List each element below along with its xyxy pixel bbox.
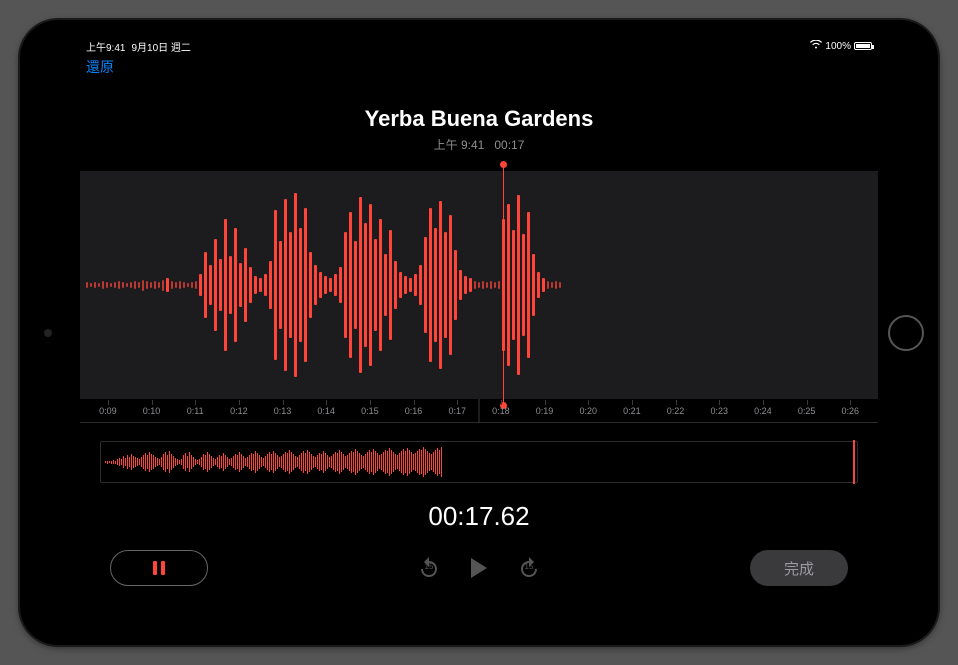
recording-time: 上午 9:41: [434, 138, 485, 152]
ruler-tick: 0:24: [741, 406, 785, 416]
main-content: Yerba Buena Gardens 上午 9:41 00:17 0:090:…: [80, 80, 878, 627]
ruler-tick: 0:09: [86, 406, 130, 416]
ruler-tick: 0:18: [479, 406, 523, 416]
ruler-tick: 0:22: [654, 406, 698, 416]
ruler-tick: 0:17: [435, 406, 479, 416]
time-ruler[interactable]: 0:090:100:110:120:130:140:150:160:170:18…: [80, 399, 878, 423]
ruler-tick: 0:19: [523, 406, 567, 416]
waveform-overview[interactable]: [100, 441, 858, 483]
nav-bar: 還原: [80, 54, 878, 80]
overview-cursor[interactable]: [853, 440, 855, 484]
screen: 上午9:41 9月10日 週二 100% 還原 Yerba Buena Gard…: [80, 38, 878, 627]
status-date: 9月10日 週二: [131, 39, 190, 54]
recording-subtitle: 上午 9:41 00:17: [434, 136, 525, 153]
device-camera: [44, 329, 52, 337]
status-time: 上午9:41: [86, 39, 125, 54]
elapsed-timer: 00:17.62: [428, 501, 529, 532]
ruler-tick: 0:23: [697, 406, 741, 416]
recording-title[interactable]: Yerba Buena Gardens: [365, 106, 594, 132]
skip-back-label: 15: [417, 562, 441, 571]
waveform-main: [80, 171, 878, 399]
ruler-tick: 0:25: [785, 406, 829, 416]
done-button[interactable]: 完成: [750, 550, 848, 586]
battery-icon: [854, 42, 872, 50]
skip-back-button[interactable]: 15: [417, 556, 441, 580]
ruler-tick: 0:15: [348, 406, 392, 416]
ruler-tick: 0:13: [261, 406, 305, 416]
wifi-icon: [810, 40, 822, 52]
waveform-panel[interactable]: [80, 171, 878, 399]
playhead[interactable]: [503, 165, 504, 405]
play-button[interactable]: [471, 558, 487, 578]
skip-fwd-label: 15: [517, 562, 541, 571]
ruler-tick: 0:21: [610, 406, 654, 416]
ipad-frame: 上午9:41 9月10日 週二 100% 還原 Yerba Buena Gard…: [20, 20, 938, 645]
battery-percent: 100%: [825, 41, 851, 52]
playback-controls: 15 15 完成: [80, 550, 878, 586]
recording-duration: 00:17: [494, 138, 524, 152]
home-button[interactable]: [888, 315, 924, 351]
ruler-tick: 0:20: [566, 406, 610, 416]
status-bar: 上午9:41 9月10日 週二 100%: [80, 38, 878, 54]
record-pause-button[interactable]: [110, 550, 208, 586]
ruler-tick: 0:16: [392, 406, 436, 416]
ruler-tick: 0:10: [130, 406, 174, 416]
ruler-tick: 0:11: [173, 406, 217, 416]
ruler-tick: 0:14: [304, 406, 348, 416]
ruler-tick: 0:12: [217, 406, 261, 416]
pause-icon: [153, 561, 165, 575]
ruler-tick: 0:26: [828, 406, 872, 416]
skip-forward-button[interactable]: 15: [517, 556, 541, 580]
back-button[interactable]: 還原: [86, 57, 114, 77]
